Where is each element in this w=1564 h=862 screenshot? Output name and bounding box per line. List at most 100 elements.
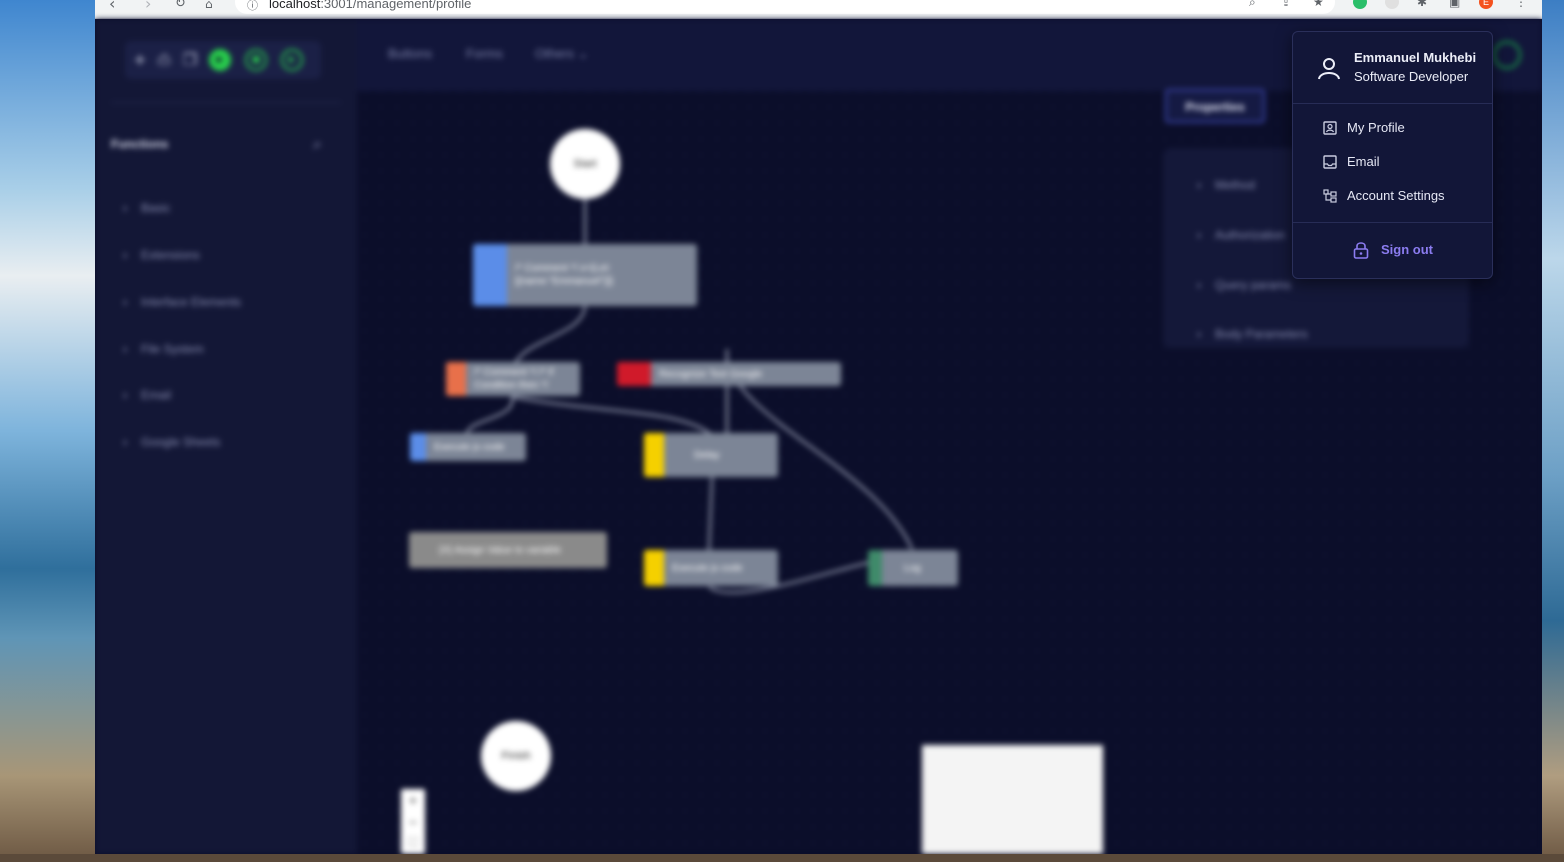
lock-icon — [1353, 242, 1369, 259]
menu-divider — [1293, 222, 1492, 223]
node-label: /* Comment */ x={Let: [{name:"Emmanuel"}… — [515, 263, 614, 287]
node-stripe — [473, 244, 507, 306]
node-stripe — [868, 550, 882, 586]
sidebar-item-extensions[interactable]: › Extensions — [123, 248, 200, 262]
start-node[interactable]: Start — [550, 129, 620, 199]
side-panel-icon[interactable]: ▣ — [1449, 0, 1460, 9]
property-row-method[interactable]: › Method — [1197, 178, 1255, 192]
extension-icon[interactable] — [1385, 0, 1399, 9]
fit-view-icon[interactable]: ⛶ — [401, 833, 425, 854]
play-circle-icon[interactable]: ▶ — [281, 49, 303, 71]
zoom-search-icon[interactable]: ⌕ — [1249, 0, 1256, 10]
desktop-taskbar-edge — [0, 854, 1564, 862]
flow-node-comment[interactable]: /* Comment */ x={Let: [{name:"Emmanuel"}… — [473, 244, 697, 306]
flow-node-assign-variable[interactable]: {X} Assign Value to variable — [409, 532, 607, 568]
property-label: Body Parameters — [1215, 327, 1308, 341]
chevron-right-icon: › — [123, 388, 127, 402]
sign-out-label: Sign out — [1381, 242, 1433, 257]
stop-icon[interactable]: ■ — [245, 49, 267, 71]
node-label: {X} Assign Value to variable — [439, 544, 562, 556]
run-icon[interactable]: ▶ — [209, 49, 231, 71]
menu-item-label: Email — [1347, 154, 1380, 169]
property-row-query-params[interactable]: › Query params — [1197, 278, 1291, 292]
edge — [708, 476, 713, 552]
flow-node-log[interactable]: Log — [868, 550, 958, 586]
menu-item-label: My Profile — [1347, 120, 1405, 135]
tab-properties[interactable]: Properties — [1165, 89, 1265, 123]
node-label: Delay — [694, 449, 720, 461]
menu-item-email[interactable]: Email — [1323, 151, 1473, 173]
menu-item-my-profile[interactable]: My Profile — [1323, 117, 1473, 139]
sidebar-item-google-sheets[interactable]: › Google Sheets — [123, 435, 220, 449]
node-stripe — [644, 433, 664, 477]
url-host: localhost — [269, 0, 321, 11]
edge — [466, 396, 514, 435]
add-icon[interactable]: + — [129, 49, 151, 71]
property-label: Query params — [1215, 278, 1292, 292]
chevron-right-icon: › — [1197, 178, 1201, 192]
node-stripe — [410, 433, 426, 461]
sidebar-item-label: Email — [141, 388, 172, 402]
node-label: Log — [904, 562, 921, 574]
reload-icon[interactable]: ↻ — [175, 0, 186, 11]
extensions-puzzle-icon[interactable]: ✱ — [1417, 0, 1427, 9]
flow-node-execute-js-2[interactable]: Execute js code — [644, 550, 778, 586]
sidebar-item-file-system[interactable]: › File System — [123, 342, 204, 356]
chevron-right-icon: › — [1197, 327, 1201, 341]
profile-avatar[interactable]: E — [1479, 0, 1493, 9]
sidebar-item-label: File System — [141, 342, 204, 356]
sidebar-item-label: Basic — [141, 201, 171, 215]
zoom-out-icon[interactable]: − — [401, 811, 425, 833]
profile-header: Emmanuel Mukhebi Software Developer — [1293, 32, 1492, 104]
profile-dropdown-menu: Emmanuel Mukhebi Software Developer My P… — [1292, 31, 1493, 279]
flow-toolbar: + ⎙ ❐ ▶ ■ ▶ — [125, 41, 321, 79]
print-icon[interactable]: ⎙ — [153, 49, 175, 71]
node-label: Execute js code — [672, 562, 743, 574]
flow-node-execute-js[interactable]: Execute js code — [410, 433, 526, 461]
forward-icon[interactable]: › — [145, 0, 151, 13]
menu-item-account-settings[interactable]: Account Settings — [1323, 185, 1473, 207]
chevron-right-icon: › — [123, 248, 127, 262]
desktop-wallpaper-right — [1542, 0, 1564, 862]
browser-menu-icon[interactable]: ⋮ — [1515, 0, 1527, 9]
home-icon[interactable]: ⌂ — [205, 0, 213, 11]
zoom-controls: + − ⛶ — [401, 789, 425, 854]
flow-node-delay[interactable]: Delay — [644, 433, 778, 477]
site-info-icon[interactable]: ⓘ — [247, 0, 258, 13]
node-label: /* Comment */ /* if Condition then */ — [474, 367, 554, 391]
property-label: Method — [1215, 178, 1256, 192]
address-bar[interactable]: ⓘ localhost:3001/management/profile — [235, 0, 1335, 14]
sidebar-item-label: Google Sheets — [141, 435, 221, 449]
chevron-right-icon: › — [123, 435, 127, 449]
property-row-authorization[interactable]: › Authorization — [1197, 228, 1285, 242]
sidebar-divider — [111, 102, 341, 103]
edge — [511, 396, 712, 435]
node-label: Execute js code — [434, 441, 505, 453]
sidebar-item-email[interactable]: › Email — [123, 388, 171, 402]
sidebar-item-label: Extensions — [141, 248, 200, 262]
node-label: Recognize Text Google — [659, 368, 763, 380]
search-icon[interactable]: ⌕ — [313, 134, 322, 154]
copy-icon[interactable]: ❐ — [179, 49, 201, 71]
profile-card-icon — [1323, 121, 1337, 135]
node-stripe — [446, 362, 466, 396]
flow-node-recognize-text[interactable]: Recognize Text Google — [617, 362, 841, 386]
property-row-body-parameters[interactable]: › Body Parameters — [1197, 327, 1308, 341]
grammarly-extension-icon[interactable] — [1353, 0, 1367, 9]
flow-node-condition[interactable]: /* Comment */ /* if Condition then */ — [446, 362, 580, 396]
zoom-in-icon[interactable]: + — [401, 789, 425, 811]
chevron-right-icon: › — [1197, 278, 1201, 292]
back-icon[interactable]: ‹ — [109, 0, 115, 13]
profile-name: Emmanuel Mukhebi — [1354, 50, 1477, 65]
functions-title: Functions — [111, 137, 169, 151]
finish-node[interactable]: Finish — [481, 721, 551, 791]
sign-out-button[interactable]: Sign out — [1353, 238, 1453, 262]
profile-role: Software Developer — [1354, 69, 1469, 84]
bookmark-star-icon[interactable]: ★ — [1313, 0, 1324, 9]
sidebar-item-label: Interface Elements — [141, 295, 242, 309]
sidebar-item-basic[interactable]: › Basic — [123, 201, 170, 215]
sidebar-item-interface-elements[interactable]: › Interface Elements — [123, 295, 241, 309]
share-icon[interactable]: ⇪ — [1281, 0, 1291, 9]
chevron-right-icon: › — [123, 295, 127, 309]
flow-minimap[interactable] — [922, 745, 1103, 854]
